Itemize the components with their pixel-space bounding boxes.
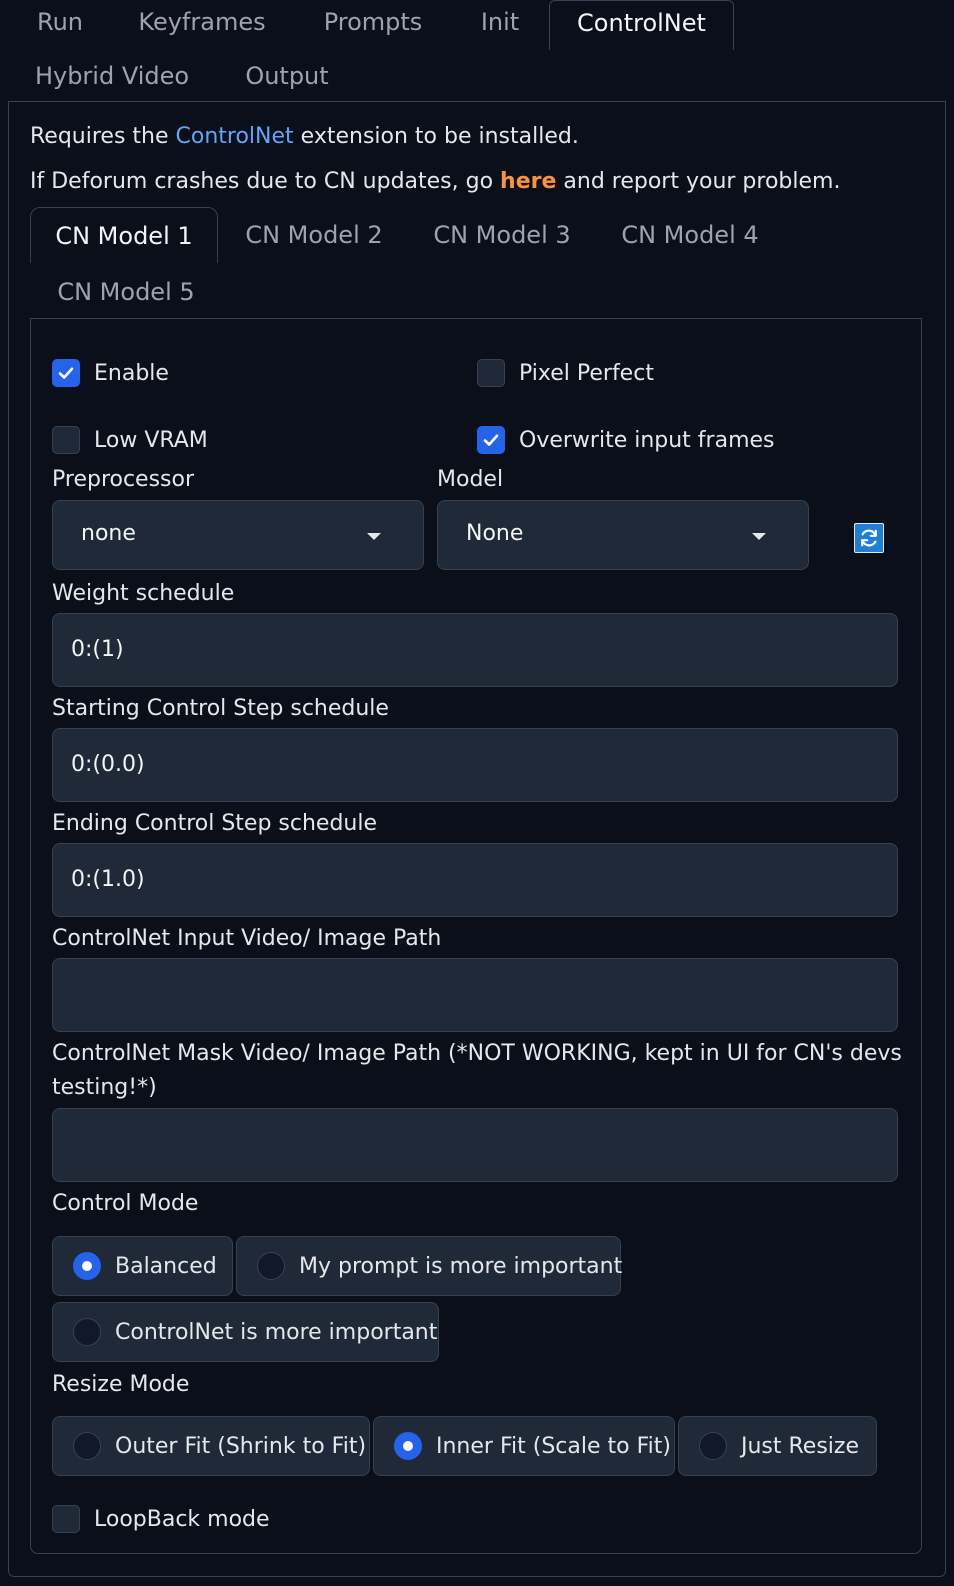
pixel-perfect-checkbox-row[interactable]: Pixel Perfect	[477, 358, 654, 388]
resize-mode-option-inner-fit[interactable]: Inner Fit (Scale to Fit)	[373, 1416, 675, 1476]
radio-outer-fit[interactable]	[73, 1432, 101, 1460]
requirement-text: Requires the	[30, 124, 176, 149]
tab-output[interactable]: Output	[226, 54, 348, 102]
low-vram-label: Low VRAM	[94, 427, 208, 453]
crash-text-suffix: and report your problem.	[556, 169, 841, 194]
mask-video-path-input[interactable]	[52, 1108, 898, 1182]
input-video-path-label: ControlNet Input Video/ Image Path	[52, 926, 442, 951]
pixel-perfect-checkbox[interactable]	[477, 359, 505, 387]
overwrite-input-frames-checkbox[interactable]	[477, 426, 505, 454]
loopback-mode-checkbox[interactable]	[52, 1505, 80, 1533]
tab-keyframes[interactable]: Keyframes	[122, 0, 282, 48]
tab-controlnet[interactable]: ControlNet	[549, 0, 734, 50]
radio-inner-fit[interactable]	[394, 1432, 422, 1460]
model-label: Model	[437, 467, 504, 492]
crash-text: If Deforum crashes due to CN updates, go	[30, 169, 501, 194]
control-mode-option-prompt[interactable]: My prompt is more important	[236, 1236, 623, 1296]
crash-note: If Deforum crashes due to CN updates, go…	[30, 169, 840, 194]
pixel-perfect-label: Pixel Perfect	[519, 360, 654, 386]
refresh-models-button[interactable]	[854, 523, 884, 553]
enable-label: Enable	[94, 360, 169, 386]
model-value: None	[466, 521, 524, 546]
input-video-path-input[interactable]	[52, 958, 898, 1032]
tab-hybrid-video[interactable]: Hybrid Video	[14, 54, 210, 102]
check-icon	[483, 434, 499, 446]
check-icon	[58, 367, 74, 379]
requirement-note: Requires the ControlNet extension to be …	[30, 124, 579, 149]
chevron-down-icon	[752, 533, 766, 540]
starting-step-input[interactable]: 0:(0.0)	[52, 728, 898, 802]
weight-schedule-label: Weight schedule	[52, 581, 235, 606]
tab-cn-model-5[interactable]: CN Model 5	[46, 264, 206, 320]
weight-schedule-input[interactable]: 0:(1)	[52, 613, 898, 687]
ending-step-input[interactable]: 0:(1.0)	[52, 843, 898, 917]
requirement-text-suffix: extension to be installed.	[293, 124, 579, 149]
loopback-mode-label: LoopBack mode	[94, 1506, 270, 1532]
overwrite-input-frames-label: Overwrite input frames	[519, 427, 775, 453]
enable-checkbox-row[interactable]: Enable	[52, 358, 169, 388]
enable-checkbox[interactable]	[52, 359, 80, 387]
model-dropdown[interactable]: None	[437, 500, 809, 570]
radio-prompt-important[interactable]	[257, 1252, 285, 1280]
mask-video-path-label-cont: testing!*)	[52, 1075, 157, 1100]
tab-cn-model-3[interactable]: CN Model 3	[422, 207, 582, 263]
report-here-link[interactable]: here	[500, 169, 556, 194]
control-mode-option-controlnet[interactable]: ControlNet is more important	[52, 1302, 439, 1362]
tab-run[interactable]: Run	[14, 0, 106, 48]
radio-label-just-resize: Just Resize	[741, 1433, 860, 1459]
chevron-down-icon	[367, 533, 381, 540]
radio-just-resize[interactable]	[699, 1432, 727, 1460]
top-tab-bar: Run Keyframes Prompts Init ControlNet Hy…	[0, 0, 954, 102]
resize-mode-label: Resize Mode	[52, 1372, 190, 1397]
starting-step-label: Starting Control Step schedule	[52, 696, 389, 721]
control-mode-option-balanced[interactable]: Balanced	[52, 1236, 233, 1296]
preprocessor-value: none	[81, 521, 136, 546]
radio-balanced[interactable]	[73, 1252, 101, 1280]
radio-label-balanced: Balanced	[115, 1253, 217, 1279]
tab-prompts[interactable]: Prompts	[300, 0, 446, 48]
preprocessor-dropdown[interactable]: none	[52, 500, 424, 570]
radio-controlnet-important[interactable]	[73, 1318, 101, 1346]
loopback-mode-checkbox-row[interactable]: LoopBack mode	[52, 1504, 270, 1534]
resize-mode-option-outer-fit[interactable]: Outer Fit (Shrink to Fit)	[52, 1416, 370, 1476]
low-vram-checkbox-row[interactable]: Low VRAM	[52, 425, 208, 455]
tab-cn-model-4[interactable]: CN Model 4	[610, 207, 770, 263]
ending-step-label: Ending Control Step schedule	[52, 811, 378, 836]
controlnet-link[interactable]: ControlNet	[176, 124, 294, 149]
tab-cn-model-2[interactable]: CN Model 2	[234, 207, 394, 263]
tab-init[interactable]: Init	[462, 0, 538, 48]
low-vram-checkbox[interactable]	[52, 426, 80, 454]
refresh-icon	[861, 529, 877, 547]
tab-cn-model-1[interactable]: CN Model 1	[30, 207, 218, 263]
radio-label-inner-fit: Inner Fit (Scale to Fit)	[436, 1433, 671, 1459]
control-mode-label: Control Mode	[52, 1191, 199, 1216]
radio-label-outer-fit: Outer Fit (Shrink to Fit)	[115, 1433, 367, 1459]
radio-label-prompt-important: My prompt is more important	[299, 1253, 623, 1279]
radio-label-controlnet-important: ControlNet is more important	[115, 1319, 438, 1345]
resize-mode-option-just-resize[interactable]: Just Resize	[678, 1416, 877, 1476]
overwrite-input-frames-checkbox-row[interactable]: Overwrite input frames	[477, 425, 775, 455]
mask-video-path-label: ControlNet Mask Video/ Image Path (*NOT …	[52, 1041, 902, 1066]
preprocessor-label: Preprocessor	[52, 467, 195, 492]
